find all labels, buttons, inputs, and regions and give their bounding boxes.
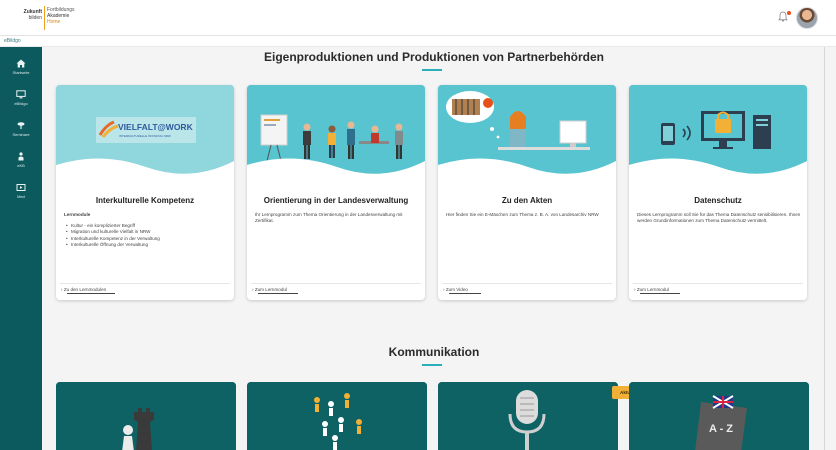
presentation-icon: [17, 122, 25, 129]
card-divider: [251, 283, 421, 284]
brand-text: Fortbildungs Akademie Home: [47, 7, 75, 25]
card-link-label: Zum Video: [445, 287, 468, 292]
sidebar-item-label: Med: [17, 194, 25, 199]
sidebar-item-seminare[interactable]: Seminare: [0, 115, 42, 145]
card-kommunikation-englisch[interactable]: A - Z: [629, 382, 809, 450]
card-divider: [442, 283, 612, 284]
sidebar-item-label: Seminare: [12, 132, 30, 137]
sidebar-item-med[interactable]: Med: [0, 177, 42, 207]
main-content: Eigenproduktionen und Produktionen von P…: [42, 47, 836, 450]
home-icon: [16, 59, 26, 68]
card-link-label: Zu den Lernmodulen: [63, 287, 107, 292]
section-title-underline: [422, 69, 442, 71]
card-image-text: VIELFALT@WORK: [118, 122, 194, 132]
card-link-label: Zum Lernmodul: [254, 287, 287, 292]
card-title: Datenschutz: [694, 196, 742, 205]
card-heading: Lernmodule: [64, 212, 228, 218]
card-link[interactable]: › Zum Lernmodul: [634, 287, 680, 294]
section-title-eigenproduktionen: Eigenproduktionen und Produktionen von P…: [263, 50, 604, 64]
card-link-underline: [67, 293, 115, 294]
datenschutz-illustration: [629, 85, 807, 183]
card-orientierung-landesverwaltung[interactable]: Orientierung in der Landesverwaltung Ihr…: [247, 85, 425, 300]
monitor-icon: [16, 90, 26, 99]
sidebar-item-label: eKB: [17, 163, 25, 168]
archive-illustration: [438, 85, 616, 183]
scrollbar-track[interactable]: [824, 47, 825, 450]
card-link-underline: [640, 293, 680, 294]
logo[interactable]: Zukunft bilden: [6, 9, 42, 21]
card-image: [438, 85, 616, 183]
sidebar: Startseite eBildgo Seminare eKB Med: [0, 47, 42, 450]
vielfalt-at-work-illustration: VIELFALT@WORK INTERKULTURELLE ÖFFNUNG NR…: [56, 85, 234, 183]
logo-line2: bilden: [28, 15, 42, 21]
card-image: [629, 85, 807, 183]
card-bullet: Interkulturelle Öffnung der Verwaltung: [64, 242, 228, 249]
top-bar: [0, 0, 836, 36]
card-link-underline: [449, 293, 481, 294]
sidebar-item-label: Startseite: [12, 70, 30, 75]
meeting-illustration: [247, 85, 425, 183]
dictionary-book-icon: A - Z: [629, 382, 809, 450]
card-link-underline: [258, 293, 298, 294]
card-link[interactable]: › Zu den Lernmodulen: [61, 287, 115, 294]
card-divider: [60, 283, 230, 284]
microphone-icon: [438, 382, 618, 450]
card-datenschutz[interactable]: Datenschutz Dieses Lernprogramm soll Sie…: [629, 85, 807, 300]
sidebar-item-label: eBildgo: [14, 101, 28, 106]
card-title: Orientierung in der Landesverwaltung: [263, 196, 409, 205]
card-zu-den-akten[interactable]: Zu den Akten Hier finden Sie ein E-Mäxch…: [438, 85, 616, 300]
card-image: [247, 85, 425, 183]
chess-pieces-illustration: [56, 382, 236, 450]
book-label: A - Z: [709, 423, 733, 435]
sidebar-item-startseite[interactable]: Startseite: [0, 53, 42, 83]
card-title: Zu den Akten: [501, 196, 553, 205]
card-title: Interkulturelle Kompetenz: [95, 196, 195, 205]
card-divider: [633, 283, 803, 284]
avatar[interactable]: [796, 7, 818, 29]
media-icon: [16, 184, 26, 191]
card-interkulturelle-kompetenz[interactable]: VIELFALT@WORK INTERKULTURELLE ÖFFNUNG NR…: [56, 85, 234, 300]
card-bullet-list: Kultur - ein komplizierter Begriff Migra…: [64, 223, 228, 249]
card-kommunikation-strategie[interactable]: [56, 382, 236, 450]
card-link[interactable]: › Zum Video: [443, 287, 481, 294]
main-scroll-area[interactable]: Eigenproduktionen und Produktionen von P…: [42, 47, 826, 450]
sidebar-item-ekb[interactable]: eKB: [0, 146, 42, 176]
person-icon: [18, 152, 24, 161]
card-description: Dieses Lernprogramm soll Sie für das The…: [637, 212, 801, 223]
notification-dot: [787, 11, 791, 15]
card-link-label: Zum Lernmodul: [636, 287, 669, 292]
card-heading-text: Lernmodule: [64, 212, 91, 217]
card-description: Ihr Lernprogramm zum Thema Orientierung …: [255, 212, 403, 223]
section-title-underline: [422, 364, 442, 366]
card-image: VIELFALT@WORK INTERKULTURELLE ÖFFNUNG NR…: [56, 85, 234, 183]
people-group-icon: [247, 382, 427, 450]
card-link[interactable]: › Zum Lernmodul: [252, 287, 298, 294]
brand-divider: [44, 6, 45, 30]
sub-header-label[interactable]: eBildgo: [4, 38, 21, 44]
card-kommunikation-podcast[interactable]: [438, 382, 618, 450]
card-kommunikation-team[interactable]: [247, 382, 427, 450]
section-title-kommunikation: Kommunikation: [388, 345, 480, 359]
card-image-subtext: INTERKULTURELLE ÖFFNUNG NRW: [119, 134, 171, 138]
card-description: Hier finden Sie ein E-Mäxchen zum Thema …: [446, 212, 599, 217]
sub-header: [0, 36, 836, 47]
sidebar-item-ebildgo[interactable]: eBildgo: [0, 84, 42, 114]
brand-home-link[interactable]: Home: [47, 19, 75, 25]
